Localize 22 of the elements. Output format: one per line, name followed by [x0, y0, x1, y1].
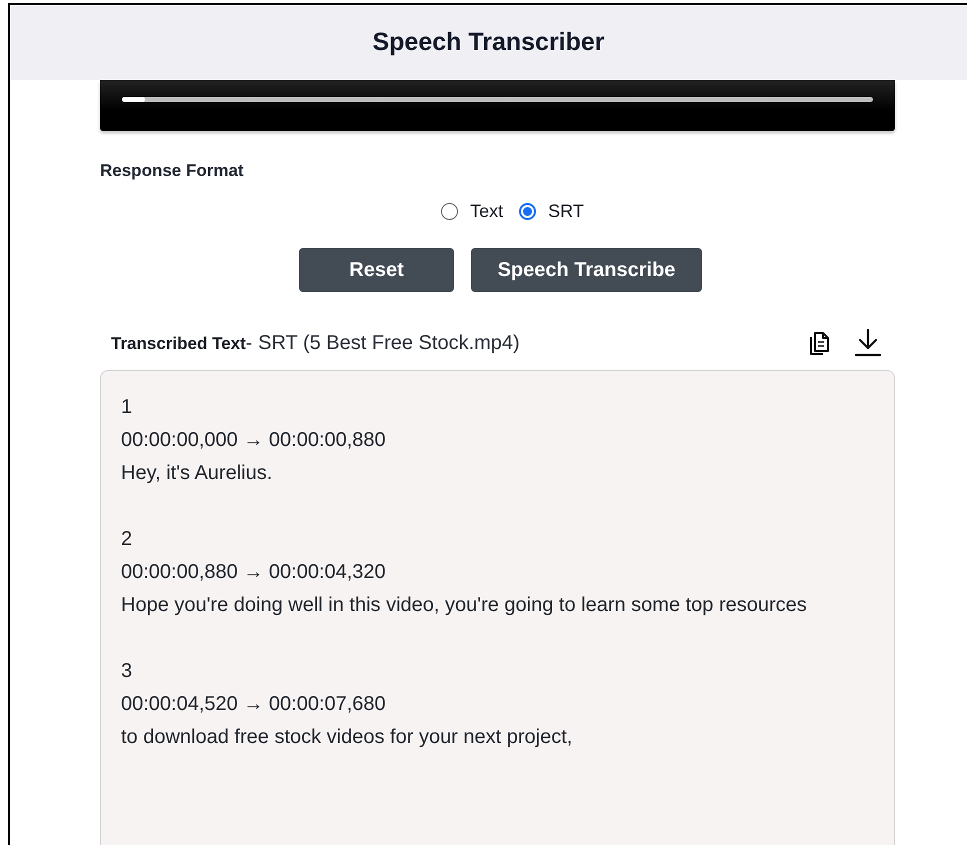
subtitle-text: Hope you're doing well in this video, you're going to learn some top resources [121, 593, 808, 618]
transcript-title: SRT (5 Best Free Stock.mp4) [258, 332, 520, 354]
section-label: Response Format [100, 161, 245, 181]
subtitle-timing: 00:00:00,000 → 00:00:00,880 [121, 428, 387, 453]
download-icon[interactable] [853, 328, 883, 358]
radio-button[interactable] [519, 203, 536, 220]
radio-label[interactable]: SRT [548, 201, 584, 222]
radio-button[interactable] [441, 203, 458, 220]
transcribe-button[interactable]: Speech Transcribe [471, 248, 702, 292]
separator-text: - [246, 332, 252, 354]
radio-label[interactable]: Text [470, 201, 504, 222]
transcript-label: Transcribed Text [111, 334, 246, 354]
subtitle-index: 3 [121, 659, 134, 684]
subtitle-timing: 00:00:04,520 → 00:00:07,680 [121, 692, 387, 717]
subtitle-timing: 00:00:00,880 → 00:00:04,320 [121, 560, 387, 585]
app-title: Speech Transcriber [372, 28, 605, 57]
subtitle-text: Hey, it's Aurelius. [121, 461, 274, 486]
subtitle-index: 1 [121, 395, 134, 420]
subtitle-index: 2 [121, 527, 134, 552]
reset-button[interactable]: Reset [299, 248, 454, 292]
progress-track[interactable] [122, 97, 873, 102]
subtitle-text: to download free stock videos for your next project, [121, 725, 574, 750]
